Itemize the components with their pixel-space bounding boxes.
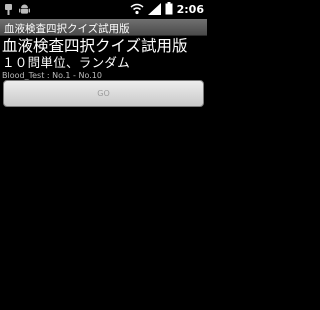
android-debug-icon (19, 0, 30, 19)
system-icons: 2:06 (130, 2, 204, 17)
app-title-bar: 血液検査四択クイズ試用版 (0, 19, 207, 36)
page-title: 血液検査四択クイズ試用版 (2, 37, 188, 55)
go-button[interactable]: GO (3, 80, 204, 107)
usb-icon (4, 0, 13, 19)
status-bar: 2:06 (0, 0, 207, 19)
quiz-mode-label: １０問単位、ランダム (2, 55, 131, 70)
battery-icon (165, 0, 173, 19)
status-clock: 2:06 (176, 3, 204, 16)
wifi-icon (130, 0, 144, 19)
window-title: 血液検査四択クイズ試用版 (4, 23, 130, 35)
go-button-label: GO (97, 89, 110, 98)
notification-icons (4, 3, 30, 16)
signal-icon (147, 0, 161, 19)
